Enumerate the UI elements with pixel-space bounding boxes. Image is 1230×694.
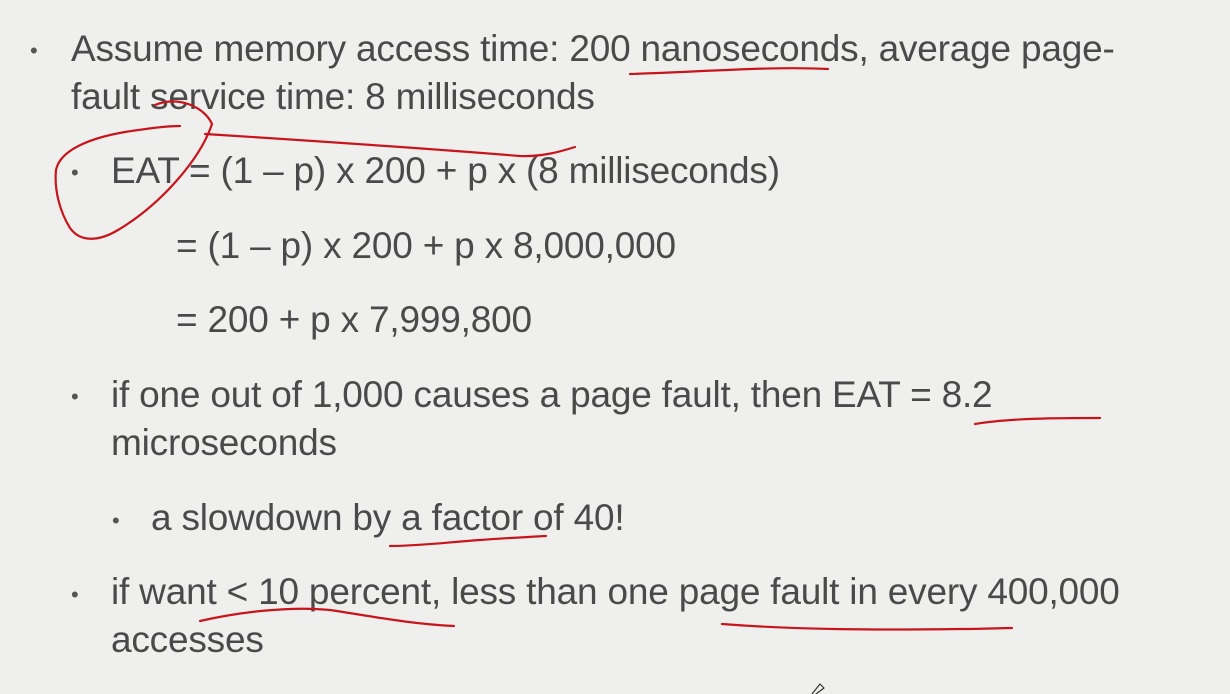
bullet-marker: • [30, 38, 38, 63]
target-line-1: if want < 10 percent, less than one page… [111, 571, 1120, 612]
bullet-marker: • [71, 582, 79, 607]
bullet-marker: • [71, 160, 79, 185]
bullet-marker: • [112, 508, 120, 533]
page-fault-example-line-1: if one out of 1,000 causes a page fault,… [111, 374, 993, 415]
assumption-line-2: fault service time: 8 milliseconds [71, 76, 595, 117]
eat-expansion-line: = (1 – p) x 200 + p x 8,000,000 [176, 225, 676, 266]
pen-cursor-icon [811, 683, 825, 694]
slowdown-line: a slowdown by a factor of 40! [151, 497, 625, 538]
eat-formula-line: EAT = (1 – p) x 200 + p x (8 millisecond… [111, 150, 780, 191]
target-line-2: accesses [111, 619, 264, 660]
page-fault-example-line-2: microseconds [111, 422, 337, 463]
underline-page-fault-in-every [720, 622, 1014, 631]
underline-8-2 [973, 416, 1102, 426]
underline-200-nanoseconds [628, 67, 830, 76]
slide: • Assume memory access time: 200 nanosec… [0, 0, 1230, 694]
bullet-marker: • [71, 384, 79, 409]
assumption-line-1: Assume memory access time: 200 nanosecon… [71, 28, 1115, 69]
eat-simplified-line: = 200 + p x 7,999,800 [176, 299, 532, 340]
